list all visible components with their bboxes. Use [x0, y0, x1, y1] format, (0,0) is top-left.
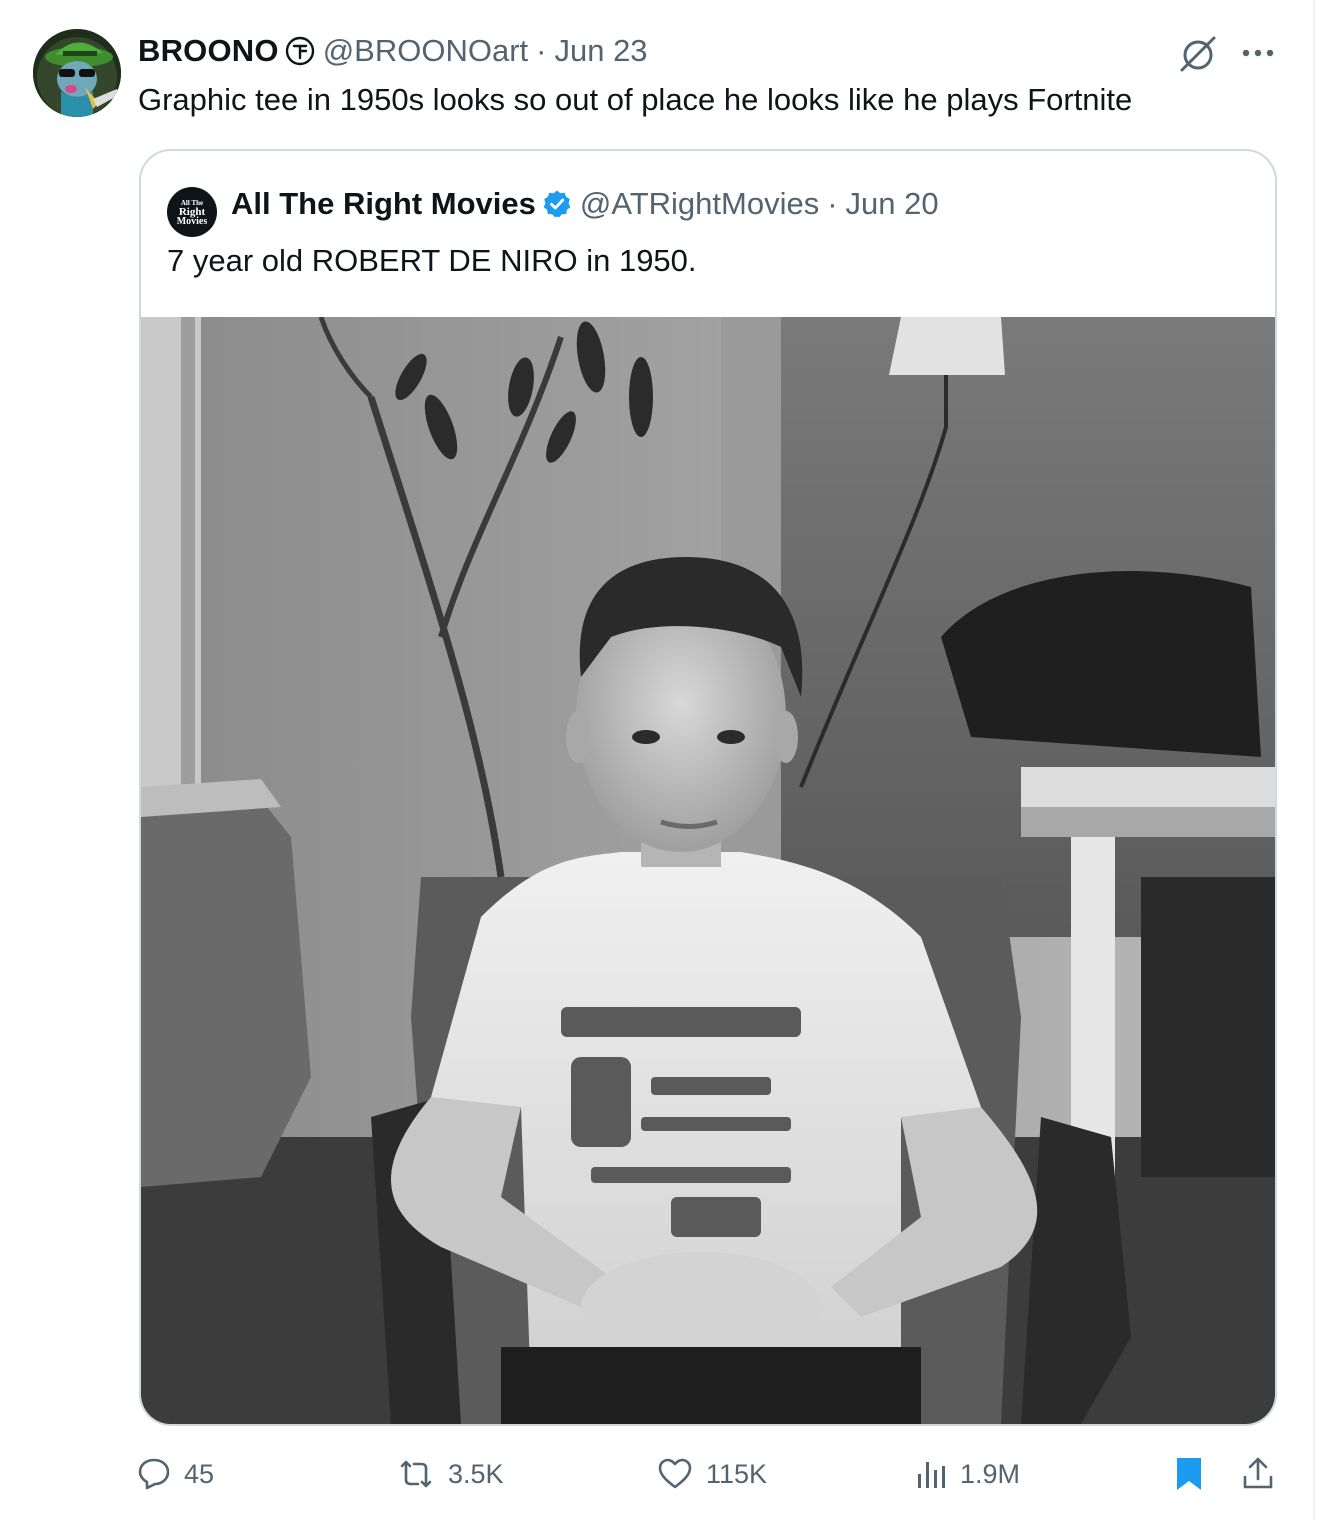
quoted-tweet-header: All The Right Movies @ATRightMovies · Ju…	[231, 181, 939, 227]
quoted-tweet-text: 7 year old ROBERT DE NIRO in 1950.	[167, 243, 697, 278]
quoted-author-handle[interactable]: @ATRightMovies	[580, 186, 819, 222]
share-button[interactable]	[1240, 1448, 1276, 1500]
reply-icon	[138, 1458, 170, 1490]
timeline-divider	[1313, 0, 1315, 1520]
reply-button[interactable]: 45	[136, 1448, 214, 1500]
views-button[interactable]: 1.9M	[914, 1448, 1020, 1500]
views-icon	[918, 1462, 945, 1488]
repost-button[interactable]: 3.5K	[396, 1448, 504, 1500]
header-separator: ·	[536, 33, 547, 68]
like-icon	[658, 1458, 692, 1489]
tweet-card[interactable]: BROONO @BROONOart · Jun 23 Graphic tee i…	[0, 0, 1322, 1520]
like-count: 115K	[706, 1458, 768, 1489]
reply-count: 45	[184, 1458, 215, 1489]
author-handle[interactable]: @BROONOart	[323, 33, 528, 69]
more-options-icon[interactable]	[1238, 38, 1278, 68]
quoted-tweet[interactable]: All The Right Movies All The Right Movie…	[139, 149, 1277, 1426]
tweet-actions-bar: 45 3.5K 115K 1.9M	[0, 1448, 1322, 1500]
quoted-tweet-photo[interactable]	[141, 316, 1275, 1424]
author-display-name[interactable]: BROONO	[138, 33, 279, 69]
bookmark-button[interactable]	[1172, 1448, 1206, 1500]
affiliation-badge-icon	[285, 36, 315, 66]
quoted-author-avatar[interactable]: All The Right Movies	[167, 187, 217, 237]
quoted-author-display-name[interactable]: All The Right Movies	[231, 186, 536, 222]
tweet-text: Graphic tee in 1950s looks so out of pla…	[138, 82, 1133, 117]
quoted-tweet-date[interactable]: Jun 20	[846, 186, 939, 222]
verified-badge-icon	[542, 189, 572, 219]
share-icon	[1243, 1457, 1273, 1489]
author-avatar[interactable]	[33, 29, 121, 117]
tweet-date[interactable]: Jun 23	[554, 33, 647, 69]
repost-count: 3.5K	[448, 1458, 504, 1489]
quoted-header-separator: ·	[827, 186, 838, 221]
tweet-header: BROONO @BROONOart · Jun 23	[138, 30, 648, 72]
view-count: 1.9M	[960, 1458, 1021, 1489]
like-button[interactable]: 115K	[656, 1448, 767, 1500]
bookmark-icon	[1177, 1458, 1201, 1490]
repost-icon	[400, 1460, 432, 1488]
grok-icon[interactable]	[1178, 34, 1218, 74]
quoted-avatar-text-line-3: Movies	[176, 215, 208, 227]
